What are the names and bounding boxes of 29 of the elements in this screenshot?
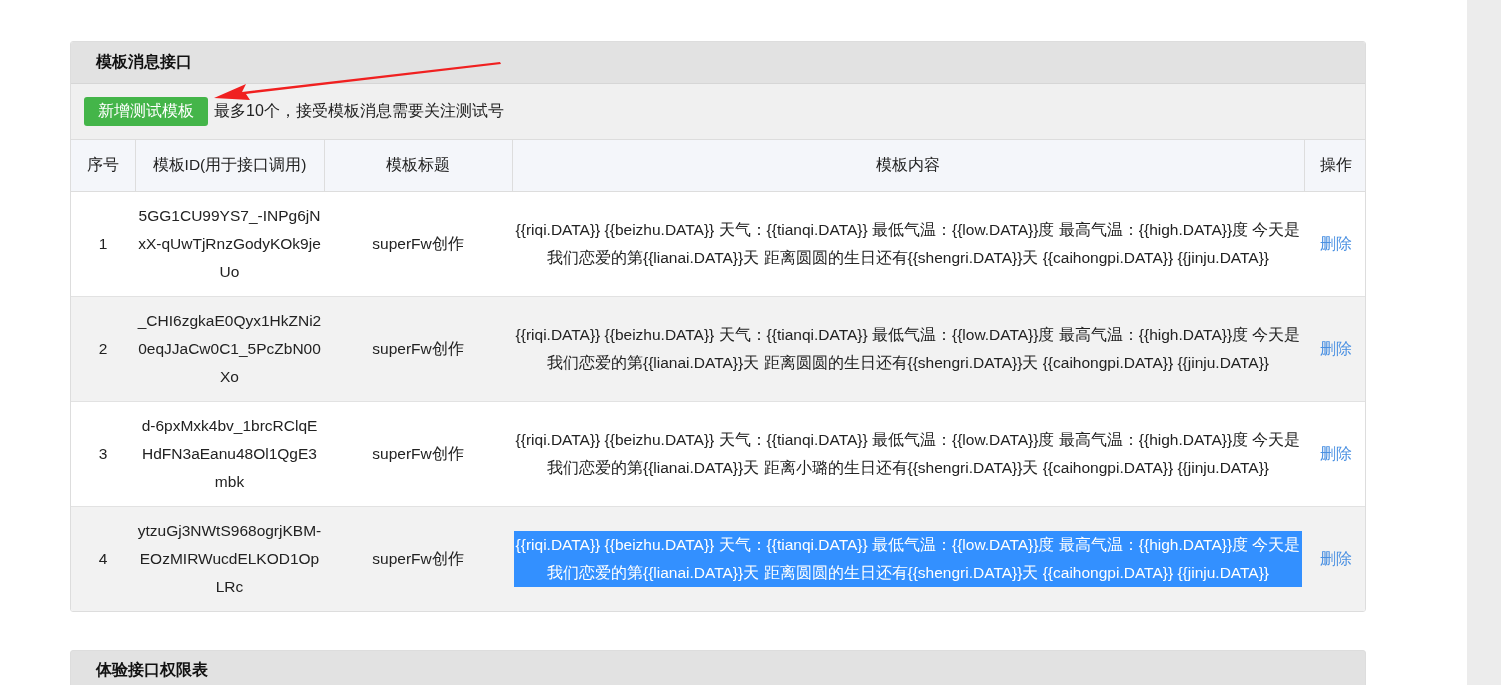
column-header: 操作 [1304, 140, 1365, 192]
add-template-button[interactable]: 新增测试模板 [84, 97, 208, 126]
template-content: {{riqi.DATA}} {{beizhu.DATA}} 天气：{{tianqi.DATA}} 最低气温：{{low.DATA}}度 最高气温：{{high.DATA}}度 今天是我们恋爱的第{{lianai.DATA}}天 距离小璐的生日还有{{shengri.DATA}}天 {{caihongpi.DATA}} {{jinju.DATA}} [514, 430, 1302, 478]
template-content: {{riqi.DATA}} {{beizhu.DATA}} 天气：{{tianqi.DATA}} 最低气温：{{low.DATA}}度 最高气温：{{high.DATA}}度 今天是我们恋爱的第{{lianai.DATA}}天 距离圆圆的生日还有{{shengri.DATA}}天 {{caihongpi.DATA}} {{jinju.DATA}} [514, 220, 1302, 268]
table-cell: superFw创作 [324, 506, 512, 611]
panel-title: 模板消息接口 [96, 52, 192, 72]
table-cell: 1 [71, 191, 135, 297]
column-header: 模板标题 [324, 140, 512, 192]
column-header: 模板ID(用于接口调用) [135, 140, 324, 192]
delete-link[interactable]: 删除 [1319, 445, 1352, 462]
table-cell: 4 [71, 506, 135, 611]
hint-text: 最多10个，接受模板消息需要关注测试号 [214, 101, 504, 121]
table-cell: _CHI6zgkaE0Qyx1HkZNi20eqJJaCw0C1_5PcZbN00Xo [135, 296, 324, 402]
table-cell: d-6pxMxk4bv_1brcRClqEHdFN3aEanu48Ol1QgE3mbk [135, 401, 324, 507]
table-cell: superFw创作 [324, 296, 512, 402]
table-cell: 5GG1CU99YS7_-INPg6jNxX-qUwTjRnzGodyKOk9jeUo [135, 191, 324, 297]
column-header: 序号 [71, 140, 135, 192]
table-cell: ytzuGj3NWtS968ogrjKBM-EOzMIRWucdELKOD1OpLRc [135, 506, 324, 611]
table-cell: 2 [71, 296, 135, 402]
table-cell: 3 [71, 401, 135, 507]
delete-link[interactable]: 删除 [1319, 235, 1352, 252]
panel-title: 体验接口权限表 [96, 661, 208, 678]
template-content: {{riqi.DATA}} {{beizhu.DATA}} 天气：{{tianqi.DATA}} 最低气温：{{low.DATA}}度 最高气温：{{high.DATA}}度 今天是我们恋爱的第{{lianai.DATA}}天 距离圆圆的生日还有{{shengri.DATA}}天 {{caihongpi.DATA}} {{jinju.DATA}} [514, 531, 1302, 587]
delete-link[interactable]: 删除 [1319, 550, 1352, 567]
table-cell: superFw创作 [324, 401, 512, 507]
table-cell: superFw创作 [324, 191, 512, 297]
column-header: 模板内容 [512, 140, 1304, 192]
template-content: {{riqi.DATA}} {{beizhu.DATA}} 天气：{{tianqi.DATA}} 最低气温：{{low.DATA}}度 最高气温：{{high.DATA}}度 今天是我们恋爱的第{{lianai.DATA}}天 距离圆圆的生日还有{{shengri.DATA}}天 {{caihongpi.DATA}} {{jinju.DATA}} [514, 325, 1302, 373]
delete-link[interactable]: 删除 [1319, 340, 1352, 357]
